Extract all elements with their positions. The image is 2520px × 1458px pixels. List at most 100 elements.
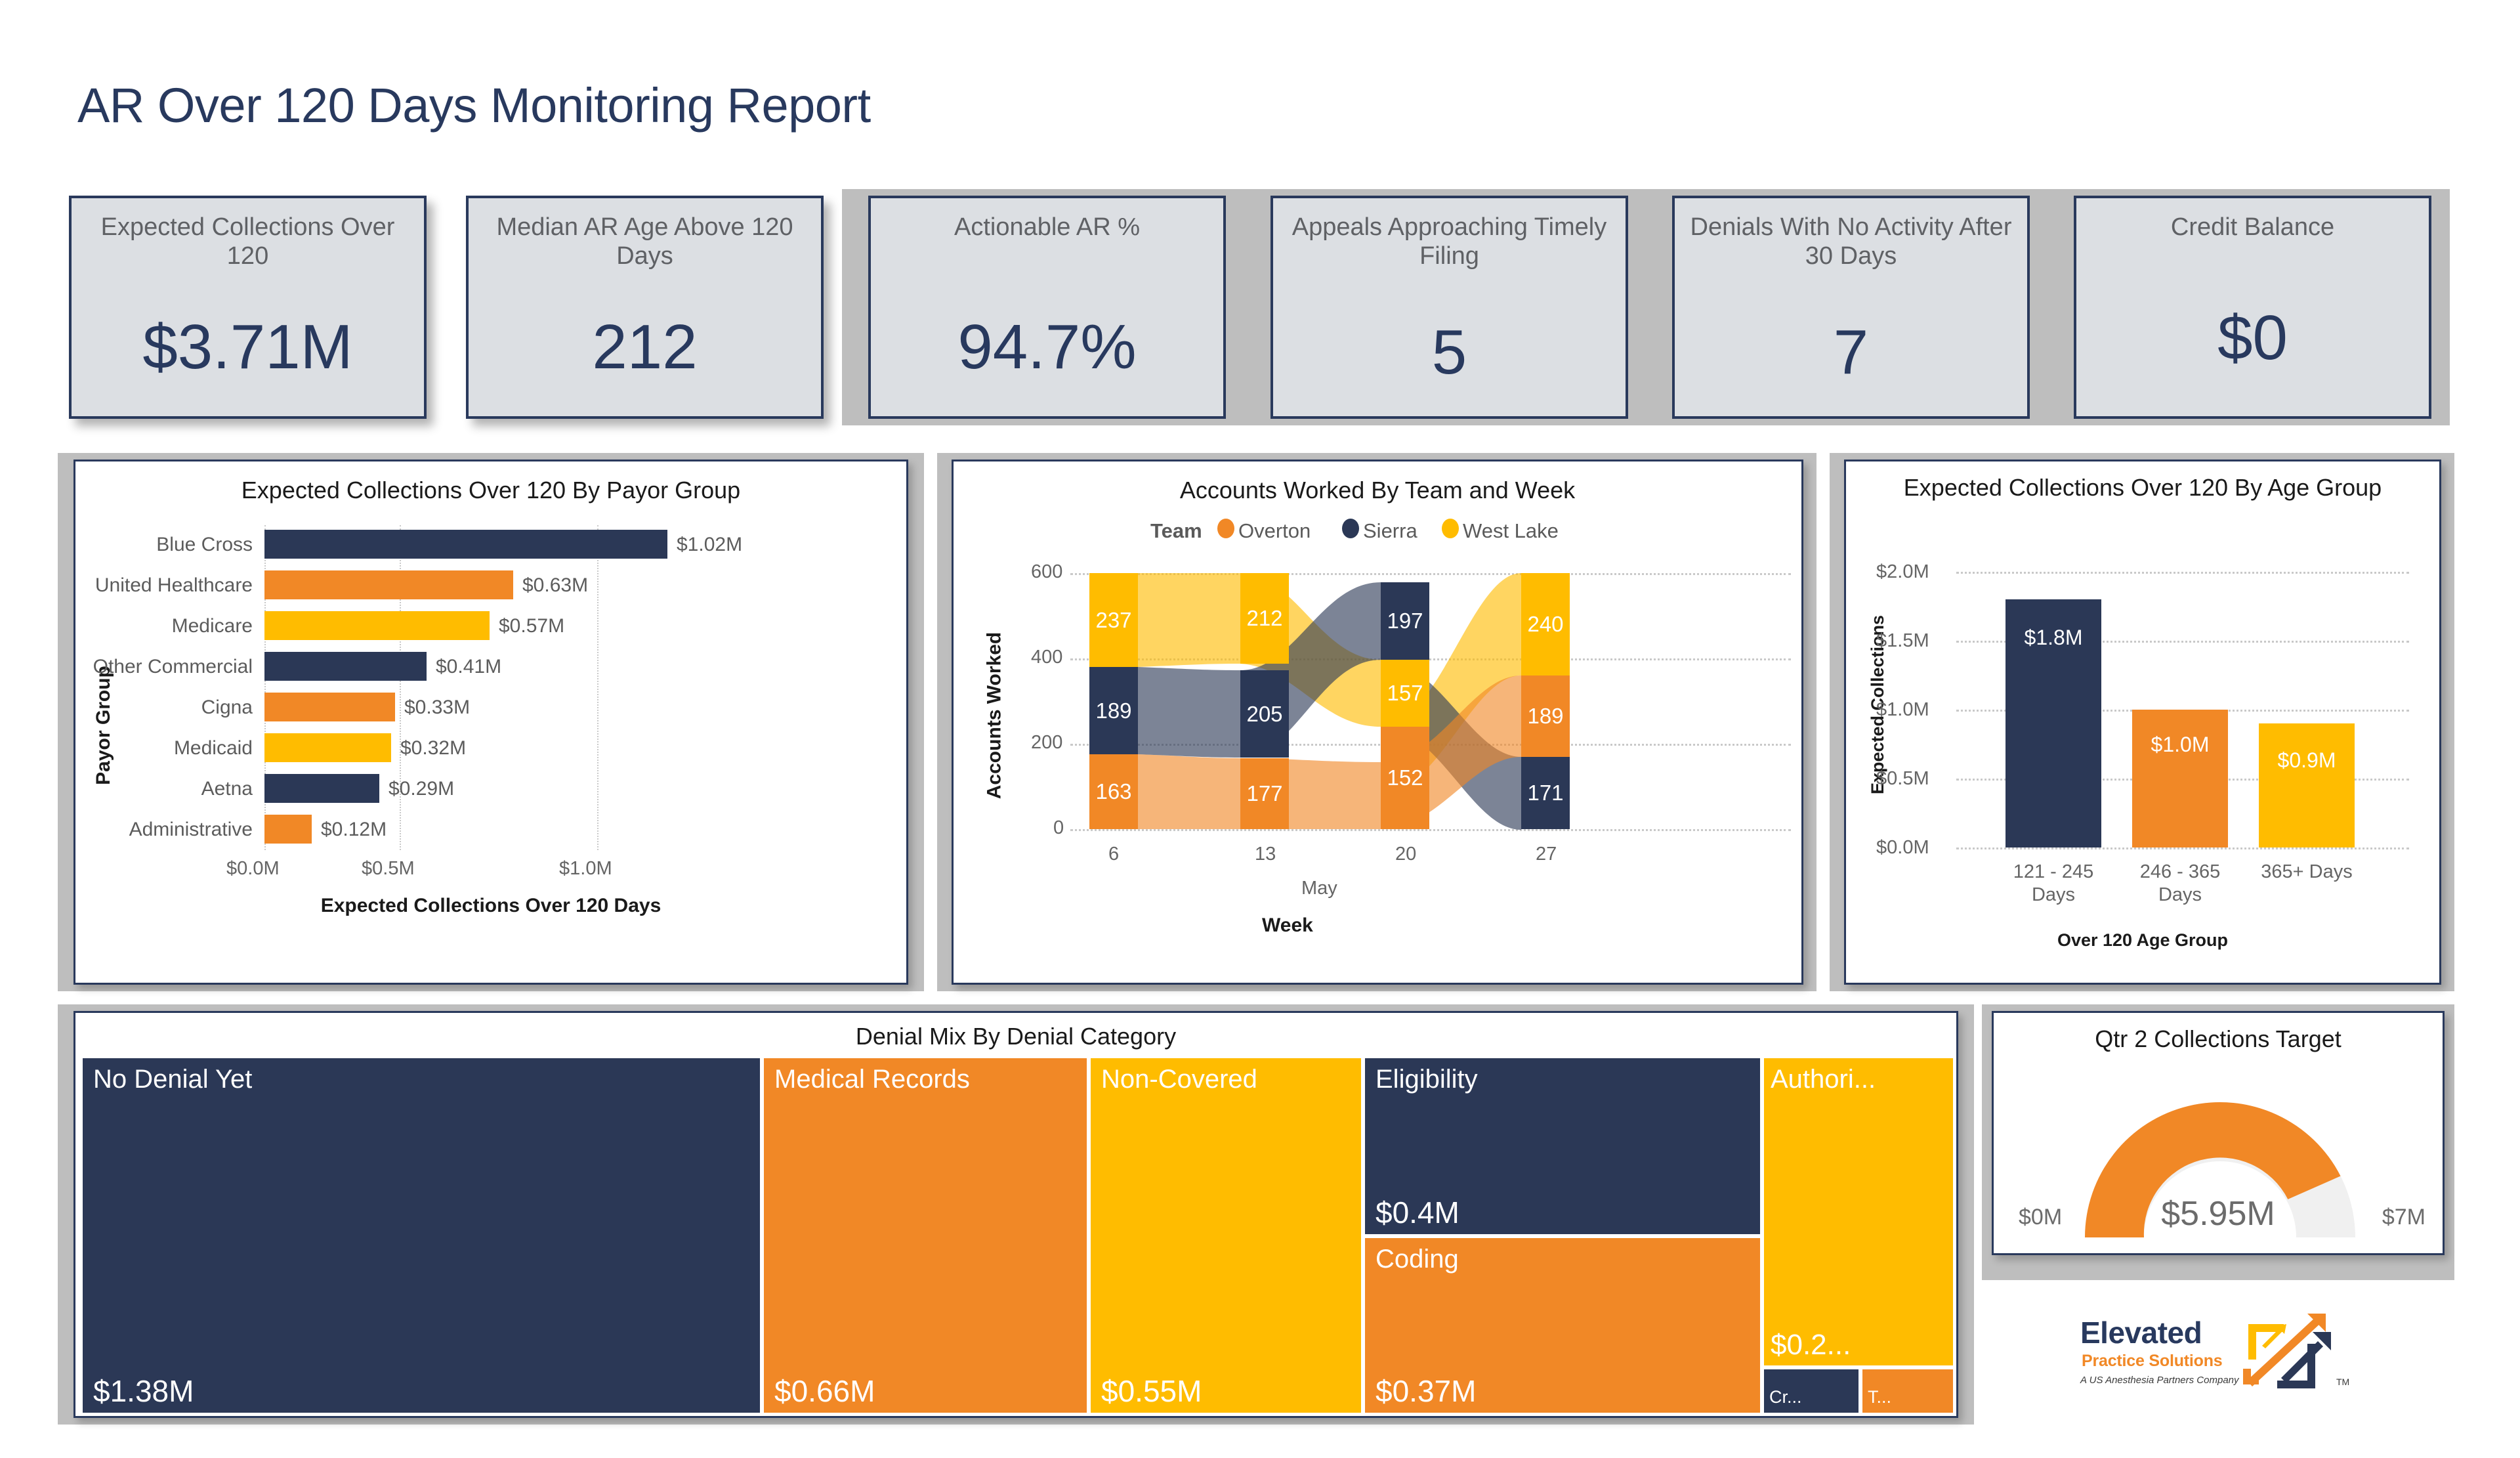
ribbon-segment-west-lake-w27[interactable]: 240 xyxy=(1521,573,1570,675)
bar-value-label: $0.12M xyxy=(321,819,387,840)
bar-category-label: Medicare xyxy=(171,615,253,637)
ribbon-segment-sierra-w27[interactable]: 171 xyxy=(1521,757,1570,829)
treemap-tile-coding[interactable]: Coding $0.37M xyxy=(1363,1236,1762,1415)
y-axis-tick: $0.5M xyxy=(1876,768,1929,789)
treemap-tile-label: Authori... xyxy=(1771,1065,1876,1094)
chart-card-payor-group[interactable]: Expected Collections Over 120 By Payor G… xyxy=(74,460,908,985)
bar-medicaid[interactable] xyxy=(264,733,391,762)
chart-title: Expected Collections Over 120 By Payor G… xyxy=(241,477,741,504)
logo-arrows-icon xyxy=(2243,1314,2331,1388)
bar-value-label: $0.57M xyxy=(499,615,565,637)
kpi-card-denials-no-activity[interactable]: Denials With No Activity After 30 Days 7 xyxy=(1672,196,2030,419)
kpi-card-expected-collections[interactable]: Expected Collections Over 120 $3.71M xyxy=(69,196,427,419)
bar-category-label: Blue Cross xyxy=(156,534,253,555)
bar-365-plus-days[interactable] xyxy=(2259,723,2355,847)
ribbon-segment-overton-w27[interactable]: 189 xyxy=(1521,675,1570,757)
ribbon-segment-west-lake-w20[interactable]: 157 xyxy=(1381,660,1429,727)
treemap-tile-authorization[interactable]: Authori... $0.2... xyxy=(1762,1056,1955,1367)
kpi-label: Credit Balance xyxy=(2170,213,2335,241)
treemap-tile-eligibility[interactable]: Eligibility $0.4M xyxy=(1363,1056,1762,1236)
y-axis-tick: $1.0M xyxy=(1876,699,1929,720)
x-axis-tick: $0.0M xyxy=(226,858,280,879)
x-axis-tick: 13 xyxy=(1255,844,1276,865)
bar-value-label: $0.29M xyxy=(388,778,455,800)
kpi-card-actionable-ar-pct[interactable]: Actionable AR % 94.7% xyxy=(868,196,1226,419)
kpi-card-credit-balance[interactable]: Credit Balance $0 xyxy=(2074,196,2431,419)
chart-card-qtr2-gauge[interactable]: Qtr 2 Collections Target $0M $7M $5.95M xyxy=(1992,1011,2445,1255)
ribbon-segment-west-lake-w13[interactable]: 212 xyxy=(1240,573,1289,664)
gridline xyxy=(1956,847,2409,851)
ribbon-segment-overton-w20[interactable]: 152 xyxy=(1381,727,1429,829)
bar-other-commercial[interactable] xyxy=(264,652,427,681)
kpi-value: 212 xyxy=(592,312,698,382)
treemap-tile-credentialing[interactable]: Cr... xyxy=(1762,1367,1860,1415)
bar-value-label: $1.0M xyxy=(2151,733,2210,756)
company-logo: Elevated Practice Solutions A US Anesthe… xyxy=(2074,1303,2428,1402)
kpi-label: Appeals Approaching Timely Filing xyxy=(1292,213,1607,270)
treemap-tile-label: Medical Records xyxy=(774,1065,970,1094)
chart-card-denial-treemap[interactable]: Denial Mix By Denial Category No Denial … xyxy=(74,1011,1958,1418)
treemap-tile-value: $0.66M xyxy=(774,1374,875,1408)
chart-title: Denial Mix By Denial Category xyxy=(855,1023,1177,1050)
kpi-label: Median AR Age Above 120 Days xyxy=(496,213,793,270)
bar-aetna[interactable] xyxy=(264,774,379,803)
ribbon-segment-overton-w13[interactable]: 177 xyxy=(1240,758,1289,829)
kpi-value: $3.71M xyxy=(142,312,353,382)
ribbon-segment-sierra-w6[interactable]: 189 xyxy=(1089,667,1138,754)
bar-administrative[interactable] xyxy=(264,815,312,844)
bar-category-label: Administrative xyxy=(129,819,253,840)
kpi-value: 94.7% xyxy=(957,312,1137,382)
x-axis-tick: 121 - 245 Days xyxy=(2013,861,2094,905)
gridline xyxy=(597,525,600,850)
bar-value-label: $1.02M xyxy=(677,534,743,555)
bar-category-label: Medicaid xyxy=(173,737,253,759)
chart-card-accounts-worked[interactable]: Accounts Worked By Team and Week Team Ov… xyxy=(952,460,1803,985)
ribbon-segment-west-lake-w6[interactable]: 237 xyxy=(1089,573,1138,667)
x-axis-title: Expected Collections Over 120 Days xyxy=(320,895,662,916)
bar-value-label: $0.33M xyxy=(404,697,471,718)
kpi-value: 5 xyxy=(1431,317,1467,387)
kpi-card-appeals-timely-filing[interactable]: Appeals Approaching Timely Filing 5 xyxy=(1270,196,1628,419)
bar-united-healthcare[interactable] xyxy=(264,570,513,599)
treemap-tile-non-covered[interactable]: Non-Covered $0.55M xyxy=(1089,1056,1363,1415)
bar-category-label: Other Commercial xyxy=(93,656,253,677)
bar-medicare[interactable] xyxy=(264,611,490,640)
treemap-tile-label: Coding xyxy=(1376,1245,1459,1274)
y-axis-tick: $0.0M xyxy=(1876,837,1929,858)
treemap-tile-value: $0.2... xyxy=(1771,1329,1851,1361)
treemap-tile-value: $0.37M xyxy=(1376,1374,1477,1408)
bar-cigna[interactable] xyxy=(264,693,395,721)
logo-wordmark-text: Elevated xyxy=(2080,1316,2202,1350)
treemap-tile-value: $1.38M xyxy=(93,1374,194,1408)
kpi-value: $0 xyxy=(2217,303,2288,373)
gridline xyxy=(1956,572,2409,575)
x-axis-tick: 20 xyxy=(1395,844,1417,865)
chart-title: Qtr 2 Collections Target xyxy=(2095,1025,2342,1052)
bar-blue-cross[interactable] xyxy=(264,530,667,559)
bar-246-365-days[interactable] xyxy=(2132,710,2228,847)
x-axis-group-label: May xyxy=(1301,878,1337,899)
ribbon-segment-overton-w6[interactable]: 163 xyxy=(1089,754,1138,829)
x-axis-tick: $0.5M xyxy=(362,858,415,879)
treemap-tile-value: $0.55M xyxy=(1101,1374,1202,1408)
x-axis-title: Week xyxy=(1262,914,1313,936)
bar-value-label: $0.9M xyxy=(2277,748,2336,772)
kpi-card-median-ar-age[interactable]: Median AR Age Above 120 Days 212 xyxy=(466,196,824,419)
treemap-tile-label: Cr... xyxy=(1769,1387,1802,1407)
bar-category-label: Cigna xyxy=(201,697,253,718)
treemap-tile-timely-filing[interactable]: T... xyxy=(1860,1367,1955,1415)
kpi-label: Denials With No Activity After 30 Days xyxy=(1690,213,2012,270)
bar-value-label: $0.32M xyxy=(400,737,467,759)
chart-card-age-group[interactable]: Expected Collections Over 120 By Age Gro… xyxy=(1844,460,2441,985)
treemap-tile-label: Non-Covered xyxy=(1101,1065,1257,1094)
gauge-value-label: $5.95M xyxy=(2161,1195,2275,1233)
ribbon-segment-sierra-w20[interactable]: 197 xyxy=(1381,582,1429,660)
x-axis-title: Over 120 Age Group xyxy=(2057,930,2229,950)
treemap-tile-medical-records[interactable]: Medical Records $0.66M xyxy=(762,1056,1089,1415)
bar-value-label: $1.8M xyxy=(2024,626,2083,649)
bar-value-label: $0.63M xyxy=(522,574,589,596)
treemap-tile-label: T... xyxy=(1868,1387,1892,1407)
treemap-tile-no-denial-yet[interactable]: No Denial Yet $1.38M xyxy=(81,1056,762,1415)
x-axis-tick: 6 xyxy=(1108,844,1120,865)
ribbon-segment-sierra-w13[interactable]: 205 xyxy=(1240,670,1289,758)
